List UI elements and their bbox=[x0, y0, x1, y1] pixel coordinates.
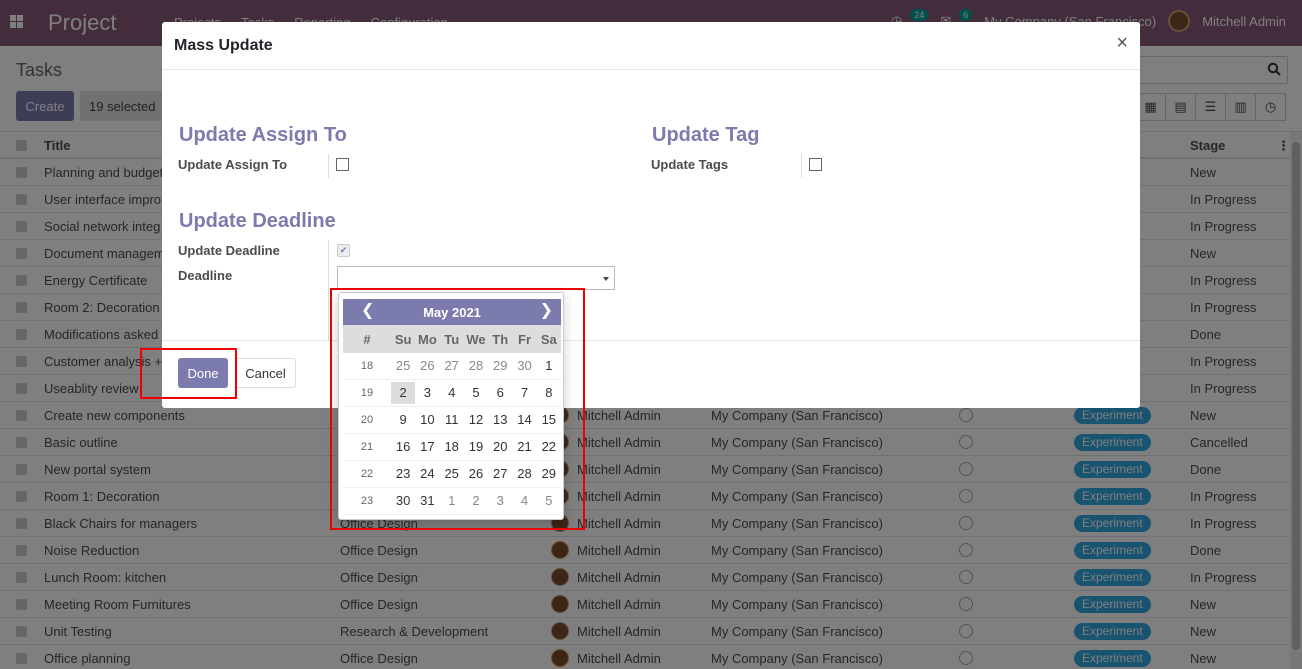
calendar-day[interactable]: 14 bbox=[512, 409, 536, 431]
calendar-day[interactable]: 2 bbox=[464, 490, 488, 512]
calendar-day[interactable]: 20 bbox=[488, 436, 512, 458]
calendar-day[interactable]: 31 bbox=[415, 490, 439, 512]
calendar-day[interactable]: 6 bbox=[488, 382, 512, 404]
section-update-assign: Update Assign To bbox=[179, 124, 347, 146]
calendar-day[interactable]: 30 bbox=[391, 490, 415, 512]
calendar-week-row: 18 25 26 27 28 29 30 1 bbox=[343, 353, 561, 380]
calendar-day[interactable]: 17 bbox=[415, 436, 439, 458]
week-number: 23 bbox=[360, 495, 374, 507]
calendar-day[interactable]: 25 bbox=[391, 355, 415, 377]
calendar-week-row: 21 16 17 18 19 20 21 22 bbox=[343, 434, 561, 461]
calendar-day[interactable]: 3 bbox=[488, 490, 512, 512]
week-number: 22 bbox=[360, 468, 374, 480]
calendar-week-row: 22 23 24 25 26 27 28 29 bbox=[343, 461, 561, 488]
calendar-day[interactable]: 15 bbox=[537, 409, 561, 431]
dialog-header: Mass Update × bbox=[162, 22, 1140, 70]
calendar-day[interactable]: 9 bbox=[391, 409, 415, 431]
weekday-fri: Fr bbox=[518, 331, 532, 347]
calendar-day[interactable]: 12 bbox=[464, 409, 488, 431]
cancel-button[interactable]: Cancel bbox=[235, 358, 296, 388]
calendar-day[interactable]: 11 bbox=[440, 409, 464, 431]
calendar-day[interactable]: 10 bbox=[415, 409, 439, 431]
calendar-day[interactable]: 21 bbox=[512, 436, 536, 458]
calendar-day[interactable]: 4 bbox=[440, 382, 464, 404]
weekday-header: # Su Mo Tu We Th Fr Sa bbox=[343, 325, 561, 353]
chevron-down-icon[interactable] bbox=[603, 277, 609, 281]
close-icon[interactable]: × bbox=[1116, 33, 1128, 53]
weekday-sun: Su bbox=[394, 331, 412, 347]
calendar-day[interactable]: 1 bbox=[440, 490, 464, 512]
week-number: 20 bbox=[360, 414, 374, 426]
chevron-left-icon[interactable]: ❮ bbox=[361, 302, 374, 320]
calendar-day[interactable]: 28 bbox=[512, 463, 536, 485]
calendar-day[interactable]: 23 bbox=[391, 463, 415, 485]
label-update-tags: Update Tags bbox=[651, 157, 729, 172]
calendar-week-row: 23 30 31 1 2 3 4 5 bbox=[343, 488, 561, 515]
calendar-day[interactable]: 29 bbox=[537, 463, 561, 485]
section-update-deadline: Update Deadline bbox=[179, 210, 336, 232]
weekday-tue: Tu bbox=[444, 331, 460, 347]
month-label[interactable]: May 2021 bbox=[423, 305, 481, 320]
calendar-day[interactable]: 26 bbox=[464, 463, 488, 485]
label-update-deadline: Update Deadline bbox=[178, 243, 280, 258]
calendar-day[interactable]: 3 bbox=[415, 382, 439, 404]
section-update-tag: Update Tag bbox=[652, 124, 760, 146]
calendar-day[interactable]: 27 bbox=[488, 463, 512, 485]
calendar-day[interactable]: 28 bbox=[464, 355, 488, 377]
calendar-day[interactable]: 4 bbox=[512, 490, 536, 512]
calendar-week-row: 19 2 3 4 5 6 7 8 bbox=[343, 380, 561, 407]
calendar-day[interactable]: 29 bbox=[488, 355, 512, 377]
divider bbox=[328, 154, 329, 178]
calendar-day[interactable]: 26 bbox=[415, 355, 439, 377]
update-tags-checkbox[interactable] bbox=[809, 158, 822, 171]
calendar-week-row: 20 9 10 11 12 13 14 15 bbox=[343, 407, 561, 434]
calendar-day[interactable]: 30 bbox=[512, 355, 536, 377]
done-button[interactable]: Done bbox=[178, 358, 228, 388]
divider bbox=[801, 154, 802, 178]
calendar-day[interactable]: 8 bbox=[537, 382, 561, 404]
calendar-day[interactable]: 5 bbox=[537, 490, 561, 512]
deadline-date-input[interactable] bbox=[337, 266, 615, 290]
weekday-mon: Mo bbox=[418, 331, 437, 347]
calendar-day[interactable]: 2 bbox=[390, 382, 416, 404]
calendar-day[interactable]: 19 bbox=[464, 436, 488, 458]
week-number: 18 bbox=[360, 360, 374, 372]
week-number: 19 bbox=[360, 387, 374, 399]
label-update-assign-to: Update Assign To bbox=[178, 157, 288, 172]
weekday-thu: Th bbox=[492, 331, 509, 347]
update-deadline-checkbox[interactable]: ✔ bbox=[337, 244, 350, 257]
calendar-day[interactable]: 1 bbox=[537, 355, 561, 377]
divider bbox=[328, 240, 329, 340]
calendar-day[interactable]: 27 bbox=[440, 355, 464, 377]
calendar-day[interactable]: 18 bbox=[440, 436, 464, 458]
datepicker-popup: ❮ May 2021 ❯ # Su Mo Tu We Th Fr Sa 18 25… bbox=[338, 292, 564, 520]
calendar-day[interactable]: 16 bbox=[391, 436, 415, 458]
weekday-wed: We bbox=[466, 331, 486, 347]
calendar-day[interactable]: 5 bbox=[464, 382, 488, 404]
calendar-day[interactable]: 24 bbox=[415, 463, 439, 485]
update-assign-to-checkbox[interactable] bbox=[336, 158, 349, 171]
mass-update-dialog: Mass Update × Update Assign To Update As… bbox=[162, 22, 1140, 408]
calendar-day[interactable]: 7 bbox=[512, 382, 536, 404]
label-deadline: Deadline bbox=[178, 268, 233, 283]
chevron-right-icon[interactable]: ❯ bbox=[540, 302, 553, 320]
calendar-day[interactable]: 22 bbox=[537, 436, 561, 458]
week-number: 21 bbox=[360, 441, 374, 453]
dialog-title: Mass Update bbox=[174, 37, 273, 54]
datepicker-header: ❮ May 2021 ❯ bbox=[343, 299, 561, 325]
calendar-day[interactable]: 13 bbox=[488, 409, 512, 431]
weekday-sat: Sa bbox=[540, 331, 557, 347]
dialog-footer: Done Cancel bbox=[162, 340, 1140, 408]
week-number-header: # bbox=[363, 331, 371, 347]
calendar-day[interactable]: 25 bbox=[440, 463, 464, 485]
